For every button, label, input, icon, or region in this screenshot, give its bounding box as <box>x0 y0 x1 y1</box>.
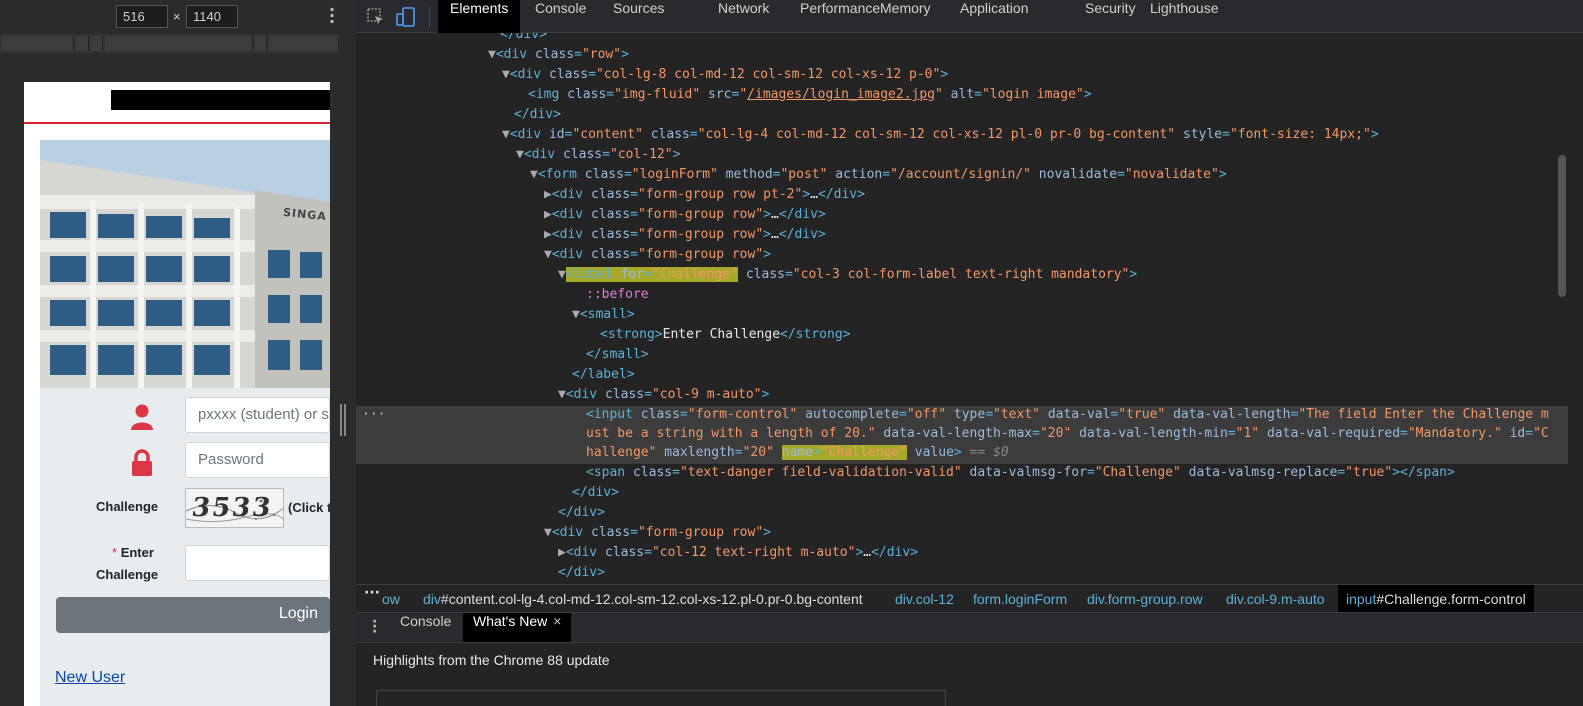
user-icon <box>131 404 153 430</box>
tab-console[interactable]: Console <box>523 0 598 33</box>
captcha-image[interactable]: 3533 <box>185 488 284 528</box>
dom-line[interactable]: ▼<div class="row"> <box>488 45 629 65</box>
dom-tree[interactable]: ··· </div> ▼<div class="row"> ▼<div clas… <box>356 33 1568 583</box>
dom-line[interactable]: </div> <box>558 563 605 583</box>
tab-security[interactable]: Security <box>1073 0 1148 33</box>
dom-line[interactable]: ▼<div class="form-group row"> <box>544 245 771 265</box>
inspect-element-icon[interactable] <box>367 8 385 26</box>
dom-line[interactable]: ▼<small> <box>572 305 635 325</box>
toolbar-separator <box>429 6 430 27</box>
scrollbar-thumb[interactable] <box>1558 155 1566 297</box>
username-input[interactable]: pxxxx (student) or s <box>185 397 330 433</box>
tab-network[interactable]: Network <box>706 0 781 33</box>
drawer-tab-whats-new-label: What's New <box>473 613 548 629</box>
more-options-icon[interactable]: · · · <box>327 2 337 30</box>
dom-line[interactable]: ▶<div class="form-group row pt-2">…</div… <box>544 185 865 205</box>
dom-line[interactable]: ▼<div class="col-9 m-auto"> <box>558 385 769 405</box>
device-toolbar-icon[interactable] <box>396 6 416 28</box>
whats-new-heading: Highlights from the Chrome 88 update <box>373 652 610 668</box>
breadcrumb-item[interactable]: div.col-12 <box>895 585 954 612</box>
breadcrumb-item[interactable]: div.form-group.row <box>1087 585 1203 612</box>
login-button[interactable]: Login <box>56 597 330 633</box>
breadcrumb: ··· ow div#content.col-lg-4.col-md-12.co… <box>356 584 1583 613</box>
dom-line[interactable]: ▶<div class="form-group row">…</div> <box>544 205 826 225</box>
device-width-input[interactable]: 516 <box>116 5 168 28</box>
dom-line[interactable]: </div> <box>514 105 561 125</box>
dom-line[interactable]: <span class="text-danger field-validatio… <box>586 463 1455 483</box>
devtools-tab-bar: Elements Console Sources Network Perform… <box>356 0 1583 33</box>
captcha-text: 3533 <box>189 493 275 523</box>
breadcrumb-item[interactable]: form.loginForm <box>973 585 1067 612</box>
whats-new-card[interactable] <box>376 690 946 706</box>
ruler-segment[interactable] <box>105 36 253 51</box>
dom-tree-scrollbar[interactable] <box>1568 33 1583 583</box>
dom-line[interactable]: <img class="img-fluid" src="/images/logi… <box>528 85 1092 105</box>
dom-line[interactable]: </div> <box>500 33 547 45</box>
ruler-segment[interactable] <box>2 36 74 51</box>
node-more-icon[interactable]: ··· <box>362 407 385 422</box>
enter-challenge-label: * Enter <box>112 545 154 560</box>
devtools-panel: Elements Console Sources Network Perform… <box>356 0 1583 706</box>
password-input[interactable]: Password <box>185 442 330 478</box>
drawer-tab-console[interactable]: Console <box>390 613 461 642</box>
lock-icon <box>132 449 152 476</box>
breadcrumb-item[interactable]: div#content.col-lg-4.col-md-12.col-sm-12… <box>423 585 863 612</box>
ruler-segment[interactable] <box>91 36 103 51</box>
dom-line[interactable]: ▼<form class="loginForm" method="post" a… <box>530 165 1227 185</box>
enter-challenge-line2: Challenge <box>96 567 159 582</box>
tab-memory[interactable]: Memory <box>868 0 943 33</box>
dom-line[interactable]: ::before <box>586 285 649 305</box>
enter-challenge-line1: Enter <box>120 545 154 560</box>
redacted-header-logo <box>111 90 330 110</box>
tab-sources[interactable]: Sources <box>601 0 676 33</box>
tab-lighthouse[interactable]: Lighthouse <box>1138 0 1231 33</box>
device-height-input[interactable]: 1140 <box>186 5 238 28</box>
dom-line[interactable]: ▼<div class="col-12"> <box>516 145 680 165</box>
ruler-segment[interactable] <box>255 36 267 51</box>
drawer-tab-bar: · · · Console What's New × <box>356 613 1583 643</box>
device-resize-handle[interactable] <box>340 404 346 436</box>
tab-application[interactable]: Application <box>948 0 1041 33</box>
close-icon[interactable]: × <box>553 613 561 629</box>
building-photo <box>40 140 330 388</box>
device-scroll-gutter <box>330 82 340 706</box>
dom-line[interactable]: ▼<div class="col-lg-8 col-md-12 col-sm-1… <box>502 65 948 85</box>
dom-line-selected[interactable]: hallenge" maxlength="20" name="Challenge… <box>586 443 1009 463</box>
drawer-menu-icon[interactable]: · · · <box>372 615 377 639</box>
breadcrumb-item[interactable]: div.col-9.m-auto <box>1226 585 1325 612</box>
dom-line[interactable]: ▼<label for="Challenge" class="col-3 col… <box>558 265 1137 285</box>
challenge-label: Challenge <box>96 499 159 514</box>
dom-line[interactable]: ▶<div class="form-group row">…</div> <box>544 225 826 245</box>
mandatory-star: * <box>112 545 118 560</box>
breadcrumb-item-selected[interactable]: input#Challenge.form-control <box>1338 585 1534 612</box>
dimension-separator: × <box>173 9 181 24</box>
header-accent-line <box>24 122 330 124</box>
dom-line[interactable]: </div> <box>558 503 605 523</box>
ruler-segment[interactable] <box>269 36 339 51</box>
dom-line[interactable]: </div> <box>572 483 619 503</box>
drawer-tab-whats-new[interactable]: What's New × <box>463 613 572 642</box>
ruler-segment[interactable] <box>76 36 89 51</box>
dom-line[interactable]: </small> <box>586 345 649 365</box>
dom-line[interactable]: </label> <box>572 365 635 385</box>
dom-line[interactable]: <strong>Enter Challenge</strong> <box>600 325 850 345</box>
login-hero-image: SINGA <box>40 140 330 388</box>
dom-line[interactable]: ▼<div id="content" class="col-lg-4 col-m… <box>502 125 1379 145</box>
challenge-input[interactable] <box>185 545 330 581</box>
device-dimensions-bar: 516 × 1140 · · · <box>0 0 356 33</box>
dom-line-selected[interactable]: ust be a string with a length of 20." da… <box>586 424 1549 444</box>
tab-elements[interactable]: Elements <box>438 0 521 33</box>
new-user-link[interactable]: New User <box>55 669 125 687</box>
breadcrumb-item[interactable]: ow <box>382 585 400 612</box>
dom-line[interactable]: ▶<div class="col-12 text-right m-auto">…… <box>558 543 918 563</box>
dom-line-selected[interactable]: <input class="form-control" autocomplete… <box>586 405 1549 425</box>
media-query-ruler[interactable] <box>0 34 340 53</box>
breadcrumb-overflow-icon[interactable]: ··· <box>364 585 380 601</box>
dom-line[interactable]: ▼<div class="form-group row"> <box>544 523 771 543</box>
device-emulation-pane: 516 × 1140 · · · SINGA pxxxx (student) o… <box>0 0 356 706</box>
